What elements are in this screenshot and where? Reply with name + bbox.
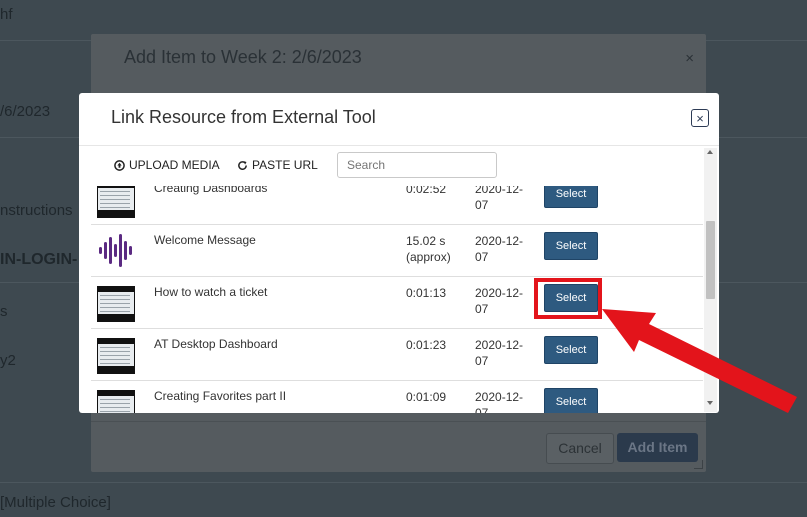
- video-thumbnail: [97, 186, 135, 218]
- media-date: 2020-12-07: [475, 234, 524, 264]
- close-icon[interactable]: ×: [685, 50, 694, 67]
- media-name: How to watch a ticket: [154, 285, 268, 299]
- media-duration: 0:02:52: [406, 186, 447, 196]
- audio-waveform-icon: [99, 234, 132, 267]
- resize-handle-icon[interactable]: [694, 460, 703, 469]
- bg-text: /6/2023: [0, 103, 51, 120]
- search-input[interactable]: [337, 152, 497, 178]
- media-name: AT Desktop Dashboard: [154, 337, 278, 351]
- close-icon[interactable]: ×: [691, 109, 709, 127]
- media-name: Creating Favorites part II: [154, 389, 287, 403]
- bg-text: [Multiple Choice]: [0, 494, 111, 511]
- media-duration: 15.02 s (approx): [406, 234, 451, 264]
- dialog-title: Link Resource from External Tool: [111, 107, 376, 127]
- bg-text: y2: [0, 352, 16, 369]
- media-date: 2020-12-07: [475, 390, 524, 413]
- media-toolbar: UPLOAD MEDIA PASTE URL: [79, 146, 719, 186]
- scroll-down-icon[interactable]: [707, 401, 713, 405]
- video-thumbnail: [97, 338, 135, 374]
- bg-text: s: [0, 303, 8, 320]
- list-item: AT Desktop Dashboard 0:01:23 2020-12-07 …: [91, 328, 703, 381]
- bg-text: IN-LOGIN-: [0, 251, 78, 268]
- scroll-up-icon[interactable]: [707, 150, 713, 154]
- dialog-header: Link Resource from External Tool ×: [79, 93, 719, 146]
- divider: [91, 421, 706, 422]
- scrollbar[interactable]: [704, 148, 717, 412]
- paste-url-button[interactable]: PASTE URL: [237, 158, 318, 172]
- media-name: Welcome Message: [154, 233, 256, 247]
- media-list: Creating Dashboards 0:02:52 2020-12-07 S…: [91, 186, 703, 413]
- paste-url-label: PASTE URL: [252, 158, 318, 172]
- list-item: How to watch a ticket 0:01:13 2020-12-07…: [91, 276, 703, 329]
- media-date: 2020-12-07: [475, 186, 524, 212]
- bg-text: nstructions: [0, 202, 73, 219]
- list-item: Creating Dashboards 0:02:52 2020-12-07 S…: [91, 186, 703, 225]
- upload-media-button[interactable]: UPLOAD MEDIA: [114, 158, 220, 172]
- list-item: Creating Favorites part II 0:01:09 2020-…: [91, 380, 703, 413]
- upload-circle-icon: [114, 159, 125, 171]
- list-item: Welcome Message 15.02 s (approx) 2020-12…: [91, 224, 703, 277]
- cancel-button[interactable]: Cancel: [546, 433, 614, 464]
- select-button[interactable]: Select: [544, 336, 598, 364]
- select-button[interactable]: Select: [544, 388, 598, 413]
- link-resource-dialog: Link Resource from External Tool × UPLOA…: [79, 93, 719, 413]
- media-duration: 0:01:13: [406, 286, 447, 300]
- divider: [0, 482, 807, 483]
- bg-text: hf: [0, 6, 13, 23]
- select-button[interactable]: Select: [544, 232, 598, 260]
- add-item-button[interactable]: Add Item: [617, 433, 698, 462]
- media-name: Creating Dashboards: [154, 186, 268, 195]
- media-duration: 0:01:23: [406, 338, 447, 352]
- video-thumbnail: [97, 286, 135, 322]
- media-duration: 0:01:09: [406, 390, 447, 404]
- add-item-dialog-title: Add Item to Week 2: 2/6/2023: [124, 47, 362, 67]
- upload-media-label: UPLOAD MEDIA: [129, 158, 220, 172]
- scrollbar-thumb[interactable]: [706, 221, 715, 299]
- select-button[interactable]: Select: [544, 186, 598, 208]
- highlight-box: [534, 278, 602, 319]
- video-thumbnail: [97, 390, 135, 413]
- media-date: 2020-12-07: [475, 338, 524, 368]
- refresh-icon: [238, 160, 247, 170]
- media-date: 2020-12-07: [475, 286, 524, 316]
